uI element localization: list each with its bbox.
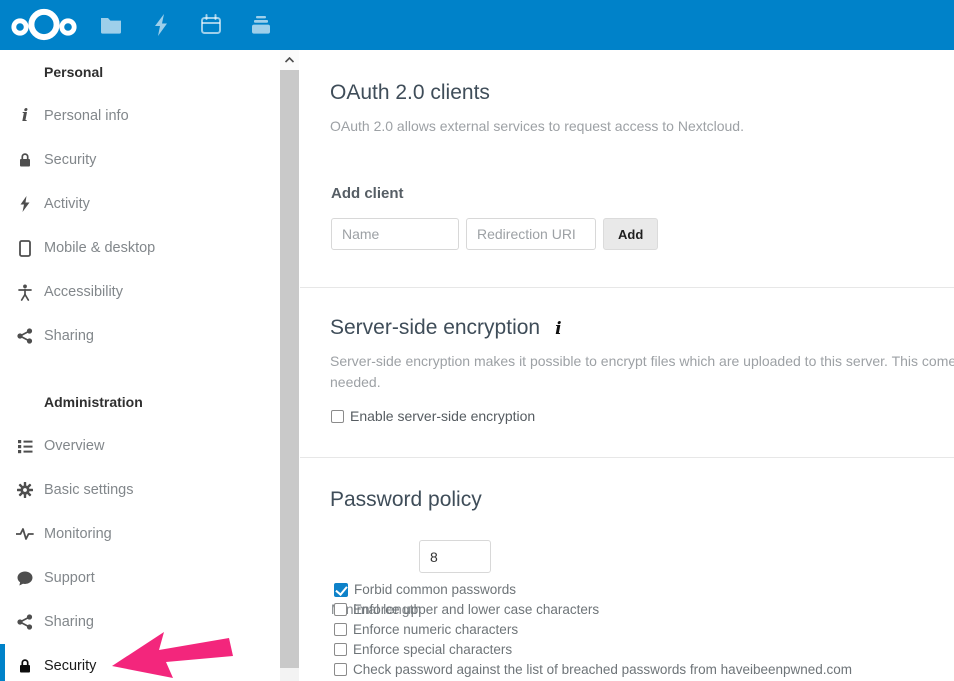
settings-content: OAuth 2.0 clients OAuth 2.0 allows exter… xyxy=(300,50,954,681)
add-client-heading: Add client xyxy=(331,185,404,202)
forbid-common-passwords-row[interactable]: Forbid common passwords xyxy=(334,582,516,597)
sidebar-section-administration: Administration xyxy=(0,380,280,424)
check-hibp-checkbox[interactable] xyxy=(334,663,347,676)
sidebar-item-sharing-personal[interactable]: Sharing xyxy=(0,314,280,358)
enforce-upper-lower-checkbox[interactable] xyxy=(334,603,347,616)
section-divider xyxy=(300,287,954,288)
lock-icon xyxy=(16,657,34,675)
nextcloud-logo-icon[interactable] xyxy=(11,8,77,42)
enforce-special-checkbox[interactable] xyxy=(334,643,347,656)
lightning-icon xyxy=(16,195,34,213)
oauth-section-description: OAuth 2.0 allows external services to re… xyxy=(330,118,744,134)
client-name-input[interactable] xyxy=(331,218,459,250)
sidebar-item-security-admin[interactable]: Security xyxy=(0,644,280,681)
chevron-up-icon xyxy=(285,57,294,63)
top-header-bar xyxy=(0,0,954,50)
active-indicator-bar xyxy=(0,644,5,681)
section-divider xyxy=(300,457,954,458)
forbid-common-passwords-checkbox[interactable] xyxy=(334,583,348,597)
deck-icon[interactable] xyxy=(249,13,273,37)
sidebar-item-mobile-desktop[interactable]: Mobile & desktop xyxy=(0,226,280,270)
gear-icon xyxy=(16,481,34,499)
sidebar-item-sharing-admin[interactable]: Sharing xyxy=(0,600,280,644)
enforce-numeric-row[interactable]: Enforce numeric characters xyxy=(334,622,518,637)
enforce-upper-lower-row[interactable]: Enforce upper and lower case characters xyxy=(334,602,599,617)
add-client-button[interactable]: Add xyxy=(603,218,658,250)
check-hibp-row[interactable]: Check password against the list of breac… xyxy=(334,662,852,677)
sidebar-scrollbar[interactable] xyxy=(280,50,299,681)
minimal-length-input[interactable] xyxy=(419,540,491,573)
encryption-description-line2: needed. xyxy=(330,374,381,390)
sidebar-item-personal-info[interactable]: i Personal info xyxy=(0,94,280,138)
settings-sidebar: Personal i Personal info Security Activi… xyxy=(0,50,280,681)
phone-icon xyxy=(16,239,34,257)
nextcloud-settings-page: Personal i Personal info Security Activi… xyxy=(0,0,954,681)
enable-encryption-checkbox-row[interactable]: Enable server-side encryption xyxy=(331,408,535,424)
sidebar-section-personal: Personal xyxy=(0,50,280,94)
sidebar-gap xyxy=(0,358,280,380)
activity-lightning-icon[interactable] xyxy=(149,13,173,37)
oauth-section-title: OAuth 2.0 clients xyxy=(330,81,490,105)
encryption-description-line1: Server-side encryption makes it possible… xyxy=(330,353,954,369)
sidebar-item-accessibility[interactable]: Accessibility xyxy=(0,270,280,314)
sidebar-item-support[interactable]: Support xyxy=(0,556,280,600)
accessibility-icon xyxy=(16,283,34,301)
scrollbar-up-button[interactable] xyxy=(280,50,299,70)
info-icon[interactable]: i xyxy=(555,319,561,339)
password-policy-section-title: Password policy xyxy=(330,488,482,512)
list-icon xyxy=(16,437,34,455)
scrollbar-thumb[interactable] xyxy=(280,70,299,668)
info-icon: i xyxy=(16,107,34,125)
sidebar-item-activity[interactable]: Activity xyxy=(0,182,280,226)
chat-icon xyxy=(16,569,34,587)
share-icon xyxy=(16,327,34,345)
calendar-icon[interactable] xyxy=(199,13,223,37)
enforce-numeric-checkbox[interactable] xyxy=(334,623,347,636)
redirection-uri-input[interactable] xyxy=(466,218,596,250)
sidebar-item-security-personal[interactable]: Security xyxy=(0,138,280,182)
sidebar-item-basic-settings[interactable]: Basic settings xyxy=(0,468,280,512)
share-icon xyxy=(16,613,34,631)
enable-encryption-checkbox[interactable] xyxy=(331,410,344,423)
encryption-section-title: Server-side encryptioni xyxy=(330,316,562,340)
sidebar-item-monitoring[interactable]: Monitoring xyxy=(0,512,280,556)
monitoring-icon xyxy=(16,525,34,543)
enforce-special-row[interactable]: Enforce special characters xyxy=(334,642,512,657)
lock-icon xyxy=(16,151,34,169)
sidebar-item-overview[interactable]: Overview xyxy=(0,424,280,468)
files-folder-icon[interactable] xyxy=(99,13,123,37)
